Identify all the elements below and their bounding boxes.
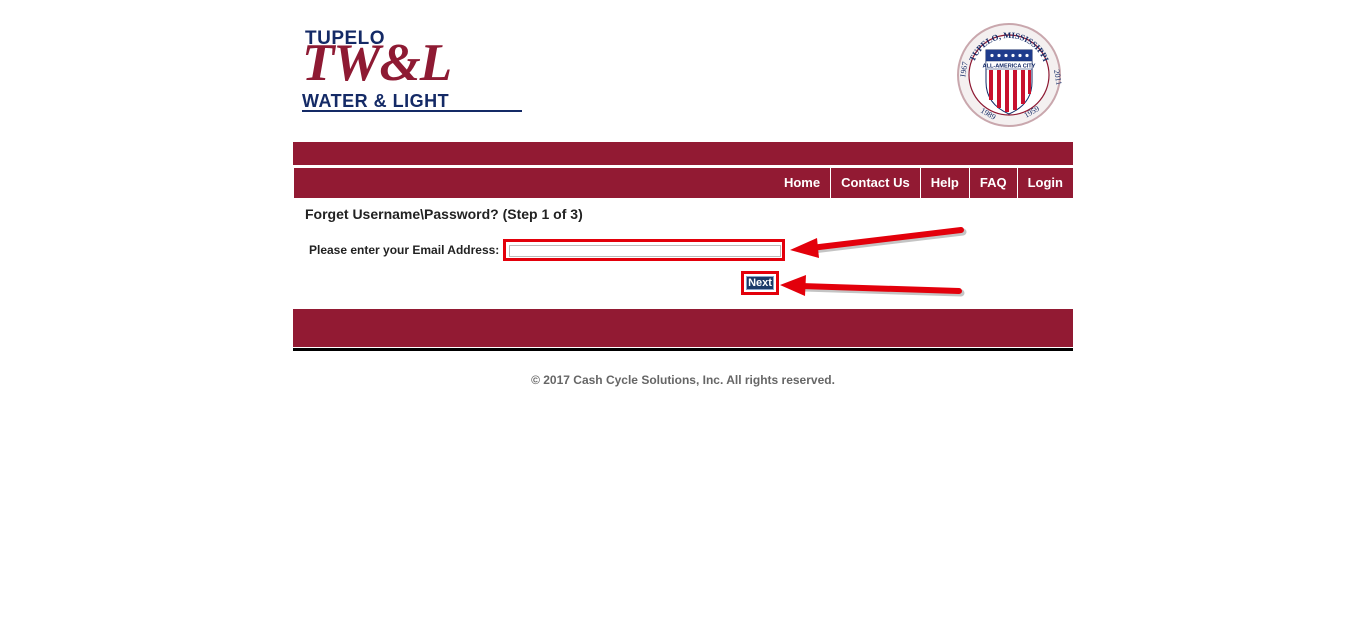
- page-container: TUPELO TW&L WATER & LIGHT TUPELO, MISSIS…: [293, 0, 1073, 629]
- email-field[interactable]: [509, 245, 781, 257]
- next-button[interactable]: Next: [746, 276, 774, 290]
- nav-contact-us[interactable]: Contact Us: [830, 168, 920, 198]
- divider-line: [293, 348, 1073, 351]
- page-title: Forget Username\Password? (Step 1 of 3): [305, 206, 583, 222]
- top-banner-bar: [293, 142, 1073, 165]
- nav-faq[interactable]: FAQ: [968, 168, 1017, 198]
- logo-line-2: TW&L: [302, 34, 452, 92]
- next-highlight-box: Next: [741, 271, 779, 295]
- nav-home[interactable]: Home: [774, 168, 830, 198]
- arrow-to-next-icon: [780, 275, 965, 297]
- nav-help[interactable]: Help: [919, 168, 969, 198]
- main-nav: Home Contact Us Help FAQ Login: [294, 168, 1073, 198]
- arrow-to-email-icon: [790, 227, 967, 258]
- footer-copyright: © 2017 Cash Cycle Solutions, Inc. All ri…: [531, 373, 835, 387]
- email-highlight-box: [503, 239, 785, 261]
- tupelo-twl-logo: TUPELO TW&L WATER & LIGHT: [302, 28, 524, 112]
- logo-line-3: WATER & LIGHT: [302, 91, 450, 111]
- logo-underline: [302, 110, 522, 112]
- bottom-banner-bar: [293, 309, 1073, 347]
- seal-center-text: ALL-AMERICA CITY: [983, 64, 1036, 70]
- email-label: Please enter your Email Address:: [309, 243, 500, 257]
- all-america-city-seal: TUPELO, MISSISSIPPI 1967 2011 1989 1959 …: [957, 23, 1062, 127]
- nav-login[interactable]: Login: [1016, 168, 1073, 198]
